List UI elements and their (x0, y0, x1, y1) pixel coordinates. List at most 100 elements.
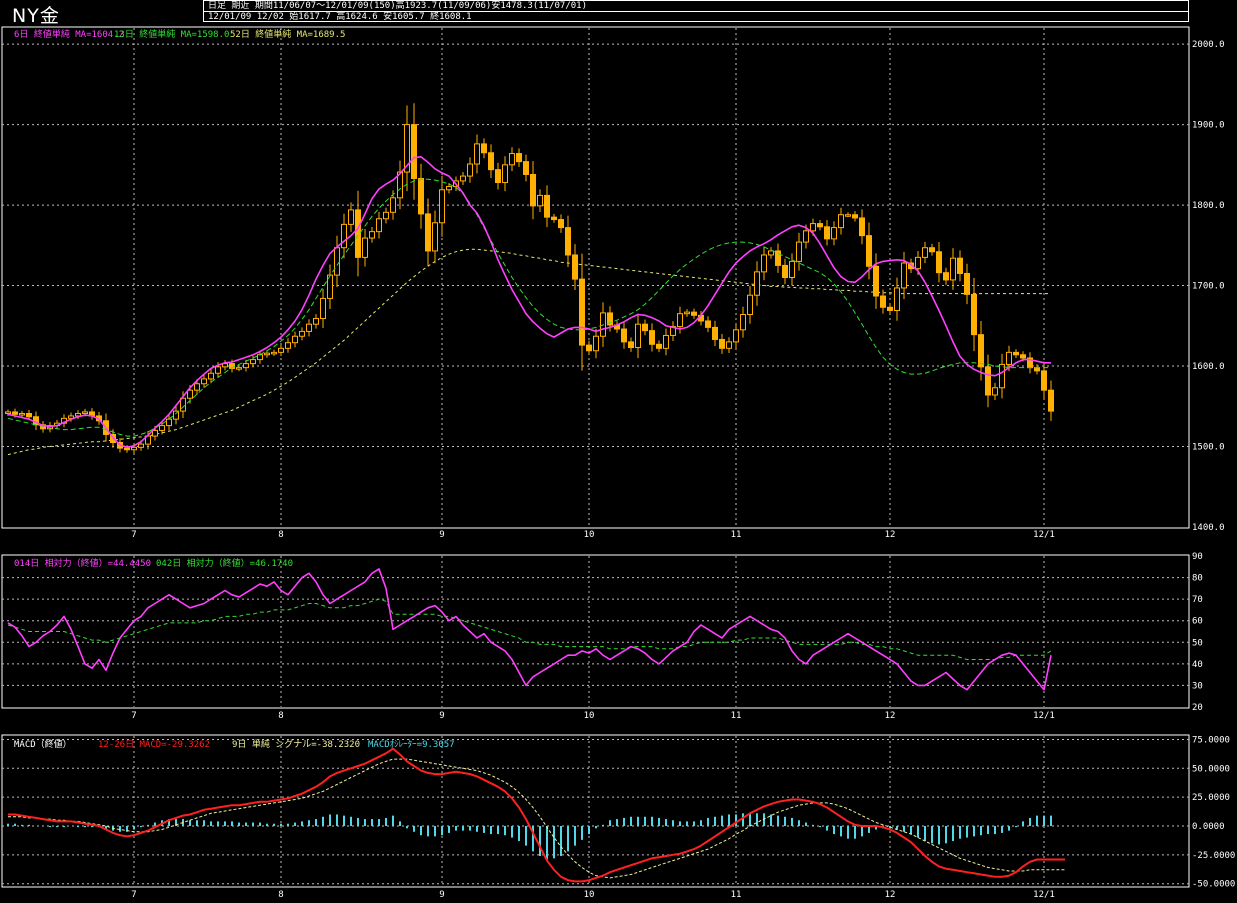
candle-body (19, 413, 25, 416)
macd-xtick-label: 11 (731, 890, 742, 900)
price-ytick-label: 1400.0 (1192, 523, 1225, 533)
candle-body (1048, 389, 1054, 412)
candle-body (82, 411, 88, 415)
candle-body (796, 241, 802, 262)
macd-panel-frame (1, 734, 1190, 888)
rsi-panel-frame (1, 554, 1190, 709)
rsi-xtick-label: 9 (439, 711, 444, 721)
candle-body (201, 378, 207, 385)
candle-body (250, 359, 256, 365)
candle-body (824, 226, 830, 240)
candle-body (355, 209, 361, 258)
candle-body (810, 223, 816, 232)
price-ytick-label: 1800.0 (1192, 201, 1225, 211)
candle-body (747, 294, 753, 316)
candle-body (999, 363, 1005, 389)
rsi-ytick-label: 80 (1192, 574, 1203, 584)
candle-body (292, 335, 298, 344)
candle-body (488, 152, 494, 171)
candle-body (621, 328, 627, 343)
candle-body (663, 334, 669, 349)
candle-body (628, 341, 634, 349)
candle-body (138, 443, 144, 448)
price-ytick-label: 1500.0 (1192, 443, 1225, 453)
candle-body (691, 311, 697, 316)
candle-body (1006, 351, 1012, 365)
candle-body (306, 323, 312, 332)
candle-body (712, 326, 718, 340)
candle-body (880, 295, 886, 308)
rsi42-line-group (7, 598, 1052, 660)
candle-body (208, 372, 214, 380)
candle-body (656, 343, 662, 349)
macd-xtick-label: 12/1 (1033, 890, 1055, 900)
candle-body (159, 425, 165, 431)
candle-body (537, 194, 543, 207)
candle-body (1034, 367, 1040, 372)
legend-macd-prefix: MACD（終値） (14, 738, 72, 750)
candle-body (432, 222, 438, 252)
candle-body (754, 271, 760, 296)
candle-body (180, 397, 186, 412)
candle-body (411, 124, 417, 180)
candle-body (1013, 351, 1019, 356)
rsi-panel: 20 30 40 50 60 70 80 90 7 8 9 10 11 12 12/1 014日 相対力（… (1, 552, 1203, 721)
candle-body (313, 318, 319, 325)
candle-body (257, 354, 263, 361)
chart-canvas: 1400.0 1500.0 1600.0 1700.0 1800.0 1900.0 2000… (1, 26, 1235, 900)
candle-body (264, 352, 270, 356)
candle-body (817, 223, 823, 228)
candle-body (271, 351, 277, 355)
signal-line-group (8, 758, 1065, 879)
candle-body (845, 214, 851, 217)
candle-body (362, 237, 368, 258)
price-panel: 1400.0 1500.0 1600.0 1700.0 1800.0 1900.0 2000… (1, 26, 1225, 540)
macd-panel: -50.0000 -25.0000 0.0000 25.0000 50.0000 75.0… (1, 734, 1235, 900)
rsi-ytick-label: 30 (1192, 681, 1203, 691)
candle-body (341, 223, 347, 249)
price-panel-frame (1, 26, 1190, 529)
candle-body (243, 363, 249, 369)
rsi-xtick-label: 10 (584, 711, 595, 721)
macd-xtick-labels: 7 8 9 10 11 12 12/1 (131, 890, 1055, 900)
candle-body (425, 213, 431, 252)
price-xtick-label: 9 (439, 530, 444, 540)
price-ytick-label: 2000.0 (1192, 40, 1225, 50)
candle-body (789, 260, 795, 279)
macd-ytick-label: 75.0000 (1192, 735, 1230, 745)
candle-body (985, 366, 991, 396)
rsi-ytick-label: 40 (1192, 660, 1203, 670)
candle-body (992, 387, 998, 396)
candle-body (677, 313, 683, 328)
candle-body (418, 178, 424, 215)
rsi-ytick-label: 60 (1192, 617, 1203, 627)
macd-xtick-label: 8 (278, 890, 283, 900)
candle-body (831, 227, 837, 240)
candle-body (775, 250, 781, 266)
candle-body (719, 338, 725, 349)
candle-body (551, 216, 557, 221)
candle-body (971, 293, 977, 336)
price-ytick-label: 1700.0 (1192, 282, 1225, 292)
macd-grid (2, 736, 1189, 886)
legend-ma13: 13日 終値単純 MA=1598.0 (114, 28, 229, 40)
candle-body (26, 413, 32, 418)
candle-body (579, 278, 585, 346)
candle-body (376, 218, 382, 233)
candle-body (803, 230, 809, 243)
candle-body (565, 227, 571, 256)
price-ytick-label: 1600.0 (1192, 362, 1225, 372)
candle-body (684, 311, 690, 315)
legend-macd: 12-26日 MACD=-29.3262 (98, 739, 210, 750)
candle-body (915, 256, 921, 270)
macd-line-group (8, 747, 1065, 883)
candle-body (152, 429, 158, 437)
candle-body (901, 262, 907, 289)
candle-body (215, 366, 221, 374)
rsi-xtick-label: 11 (731, 711, 742, 721)
ma52-line (7, 248, 1051, 456)
candle-body (502, 164, 508, 184)
ma52-line-group (7, 248, 1051, 456)
candle-body (593, 335, 599, 352)
candle-body (558, 219, 564, 229)
